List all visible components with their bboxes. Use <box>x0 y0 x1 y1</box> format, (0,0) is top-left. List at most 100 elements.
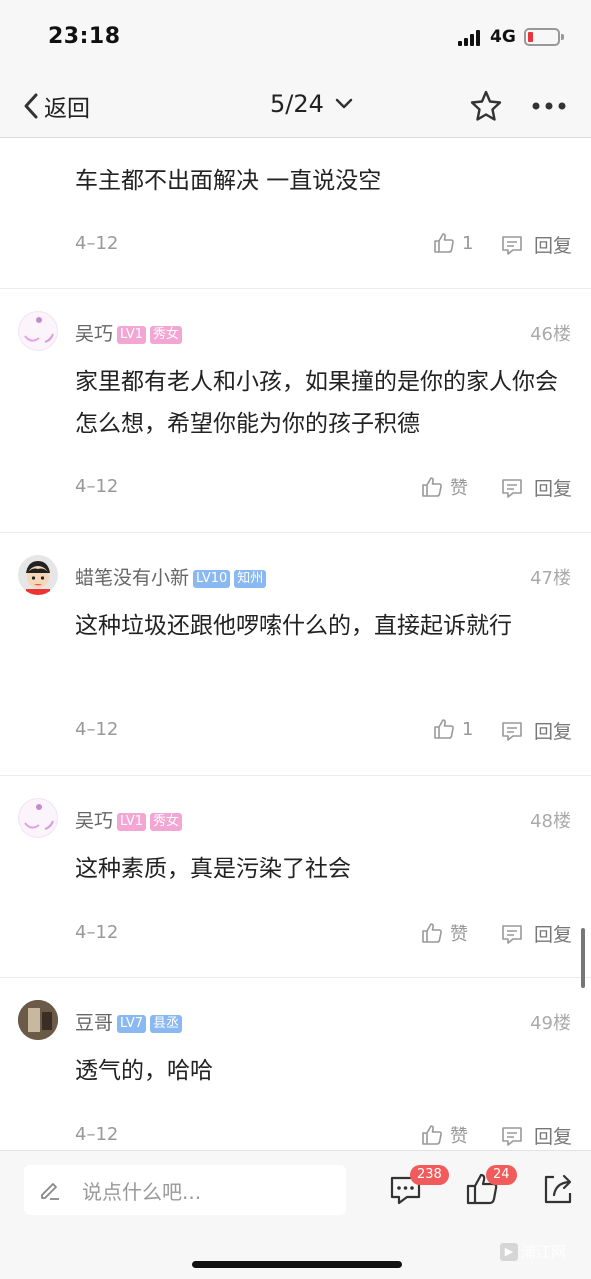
reply-label: 回复 <box>534 924 573 946</box>
back-button[interactable]: 返回 <box>22 90 90 122</box>
comment-bubble-icon <box>502 1126 522 1146</box>
comments-button[interactable]: 238 <box>388 1165 449 1211</box>
like-count-badge: 24 <box>486 1165 517 1185</box>
comment-content: 这种素质，真是污染了社会 <box>75 856 351 882</box>
level-badge: LV10 <box>193 570 231 588</box>
like-button[interactable]: 1 <box>432 717 473 741</box>
watermark-logo-icon: ▶ <box>500 1242 518 1261</box>
title-badge: 县丞 <box>150 1015 183 1033</box>
comment-date: 4–12 <box>75 476 119 497</box>
chevron-down-icon <box>335 98 353 109</box>
title-badge: 秀女 <box>150 813 183 831</box>
avatar-image <box>18 1000 58 1040</box>
comment-content: 车主都不出面解决 一直说没空 <box>75 168 382 194</box>
like-button[interactable]: 赞 <box>420 474 468 500</box>
comment-item: 豆哥 LV7 县丞 49楼 透气的，哈哈 4–12 赞 回复 <box>0 979 591 1150</box>
home-indicator[interactable] <box>192 1261 402 1268</box>
username: 豆哥 LV7 县丞 <box>75 1008 183 1035</box>
scrollbar-thumb[interactable] <box>581 928 585 988</box>
floor-number: 48楼 <box>530 811 571 832</box>
comment-item: 吴巧 LV1 秀女 48楼 这种素质，真是污染了社会 4–12 赞 回复 <box>0 777 591 978</box>
share-icon <box>544 1174 572 1204</box>
watermark-text: 浦江网 <box>521 1243 567 1261</box>
like-button[interactable]: 1 <box>432 231 473 255</box>
level-badge: LV1 <box>117 813 146 831</box>
avatar-image <box>24 804 54 830</box>
bottom-bar: 说点什么吧... 238 24 ▶ 浦江网 <box>0 1150 591 1279</box>
comment-item: 蜡笔没有小新 LV10 知州 47楼 这种垃圾还跟他啰嗦什么的，直接起诉就行 4–1… <box>0 534 591 776</box>
thumbs-up-icon <box>422 477 442 497</box>
page-number: 5/24 <box>270 90 324 118</box>
like-label: 赞 <box>450 924 468 945</box>
thumbs-up-icon <box>434 233 454 253</box>
network-type: 4G <box>490 27 516 47</box>
reply-button[interactable]: 回复 <box>500 474 572 501</box>
page-indicator[interactable]: 5/24 <box>270 90 354 118</box>
comment-input[interactable]: 说点什么吧... <box>24 1165 346 1215</box>
username: 吴巧 LV1 秀女 <box>75 319 183 346</box>
more-button[interactable] <box>530 88 568 124</box>
favorite-button[interactable] <box>468 88 504 124</box>
reply-label: 回复 <box>534 1126 573 1148</box>
comment-item: 车主都不出面解决 一直说没空 4–12 1 回复 <box>0 139 591 289</box>
comment-content: 透气的，哈哈 <box>75 1058 213 1084</box>
level-badge: LV1 <box>117 326 146 344</box>
comment-date: 4–12 <box>75 922 119 943</box>
more-dots-icon <box>532 102 566 110</box>
like-count: 1 <box>462 232 474 254</box>
title-badge: 秀女 <box>150 326 183 344</box>
reply-button[interactable]: 回复 <box>500 920 572 947</box>
avatar[interactable] <box>18 798 58 838</box>
username: 吴巧 LV1 秀女 <box>75 806 183 833</box>
username-text: 吴巧 <box>75 323 114 345</box>
comment-content: 家里都有老人和小孩，如果撞的是你的家人你会怎么想，希望你能为你的孩子积德 <box>75 369 558 437</box>
like-button[interactable]: 赞 <box>420 920 468 946</box>
back-label: 返回 <box>44 96 90 122</box>
like-label: 赞 <box>450 1126 468 1147</box>
floor-number: 49楼 <box>530 1013 571 1034</box>
nav-bar: 返回 5/24 <box>0 74 591 138</box>
battery-icon <box>524 28 564 46</box>
username-text: 豆哥 <box>75 1012 114 1034</box>
input-placeholder: 说点什么吧... <box>82 1179 202 1204</box>
comment-item: 吴巧 LV1 秀女 46楼 家里都有老人和小孩，如果撞的是你的家人你会怎么想，希望你… <box>0 290 591 533</box>
reply-label: 回复 <box>534 721 573 743</box>
like-count: 1 <box>462 718 474 740</box>
like-post-button[interactable]: 24 <box>464 1165 517 1211</box>
comment-date: 4–12 <box>75 233 119 254</box>
comment-content: 这种垃圾还跟他啰嗦什么的，直接起诉就行 <box>75 613 512 639</box>
comment-bubble-icon <box>502 924 522 944</box>
comment-count-badge: 238 <box>410 1165 449 1185</box>
floor-number: 47楼 <box>530 568 571 589</box>
chevron-left-icon <box>24 93 38 119</box>
share-button[interactable] <box>540 1171 580 1211</box>
username-text: 吴巧 <box>75 810 114 832</box>
comment-date: 4–12 <box>75 1124 119 1145</box>
comment-bubble-icon <box>502 235 522 255</box>
title-badge: 知州 <box>234 570 267 588</box>
status-time: 23:18 <box>48 24 121 49</box>
avatar[interactable] <box>18 1000 58 1040</box>
avatar-image <box>24 317 54 343</box>
username: 蜡笔没有小新 LV10 知州 <box>75 563 267 590</box>
status-bar: 23:18 4G <box>0 0 591 74</box>
watermark: ▶ 浦江网 <box>500 1241 566 1262</box>
reply-label: 回复 <box>534 478 573 500</box>
reply-button[interactable]: 回复 <box>500 231 572 258</box>
like-button[interactable]: 赞 <box>420 1122 468 1148</box>
avatar[interactable] <box>18 555 58 595</box>
level-badge: LV7 <box>117 1015 146 1033</box>
reply-button[interactable]: 回复 <box>500 717 572 744</box>
username-text: 蜡笔没有小新 <box>75 567 190 589</box>
thumbs-up-icon <box>422 923 442 943</box>
comment-bubble-icon <box>502 478 522 498</box>
like-label: 赞 <box>450 478 468 499</box>
star-icon <box>470 90 502 121</box>
signal-icon <box>458 30 484 46</box>
thumbs-up-icon <box>422 1125 442 1145</box>
reply-label: 回复 <box>534 235 573 257</box>
avatar[interactable] <box>18 311 58 351</box>
floor-number: 46楼 <box>530 324 571 345</box>
comment-date: 4–12 <box>75 719 119 740</box>
reply-button[interactable]: 回复 <box>500 1122 572 1149</box>
